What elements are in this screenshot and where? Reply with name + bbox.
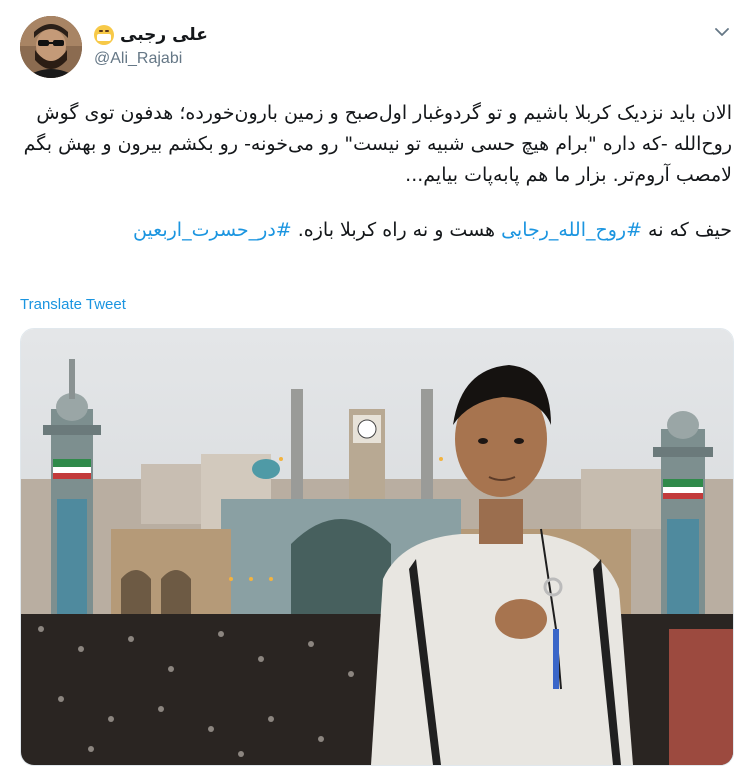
name-row: علی رجبی — [94, 22, 394, 48]
photo-illustration — [21, 329, 733, 765]
author-block: علی رجبی @Ali_Rajabi — [94, 22, 394, 68]
emoji-eye-left — [99, 30, 103, 32]
emoji-eye-right — [105, 30, 109, 32]
hashtag-link-2[interactable]: #در_حسرت_اربعین — [133, 219, 292, 241]
tweet-text-segment-1: حیف که نه — [642, 219, 732, 241]
more-menu-button[interactable] — [712, 22, 732, 42]
tweet-photo[interactable] — [20, 328, 734, 766]
emoji-mask — [97, 34, 111, 41]
display-name[interactable]: علی رجبی — [120, 25, 208, 45]
hashtag-link-1[interactable]: #روح_الله_رجایی — [501, 219, 642, 241]
tweet-text-segment-2: هست و نه راه کربلا بازه. — [291, 219, 502, 241]
user-handle[interactable]: @Ali_Rajabi — [94, 50, 394, 68]
tweet-card: علی رجبی @Ali_Rajabi الان باید نزدیک کرب… — [0, 0, 751, 768]
chevron-down-icon — [715, 27, 729, 36]
face-with-medical-mask-icon — [94, 25, 114, 45]
translate-tweet-link[interactable]: Translate Tweet — [20, 296, 126, 313]
tweet-text: الان باید نزدیک کربلا باشیم و تو گردوغبا… — [20, 98, 732, 246]
tweet-paragraph-2: حیف که نه #روح_الله_رجایی هست و نه راه ک… — [20, 215, 732, 246]
tweet-paragraph-1: الان باید نزدیک کربلا باشیم و تو گردوغبا… — [23, 102, 732, 186]
avatar[interactable] — [20, 16, 82, 78]
avatar-photo — [20, 16, 82, 78]
